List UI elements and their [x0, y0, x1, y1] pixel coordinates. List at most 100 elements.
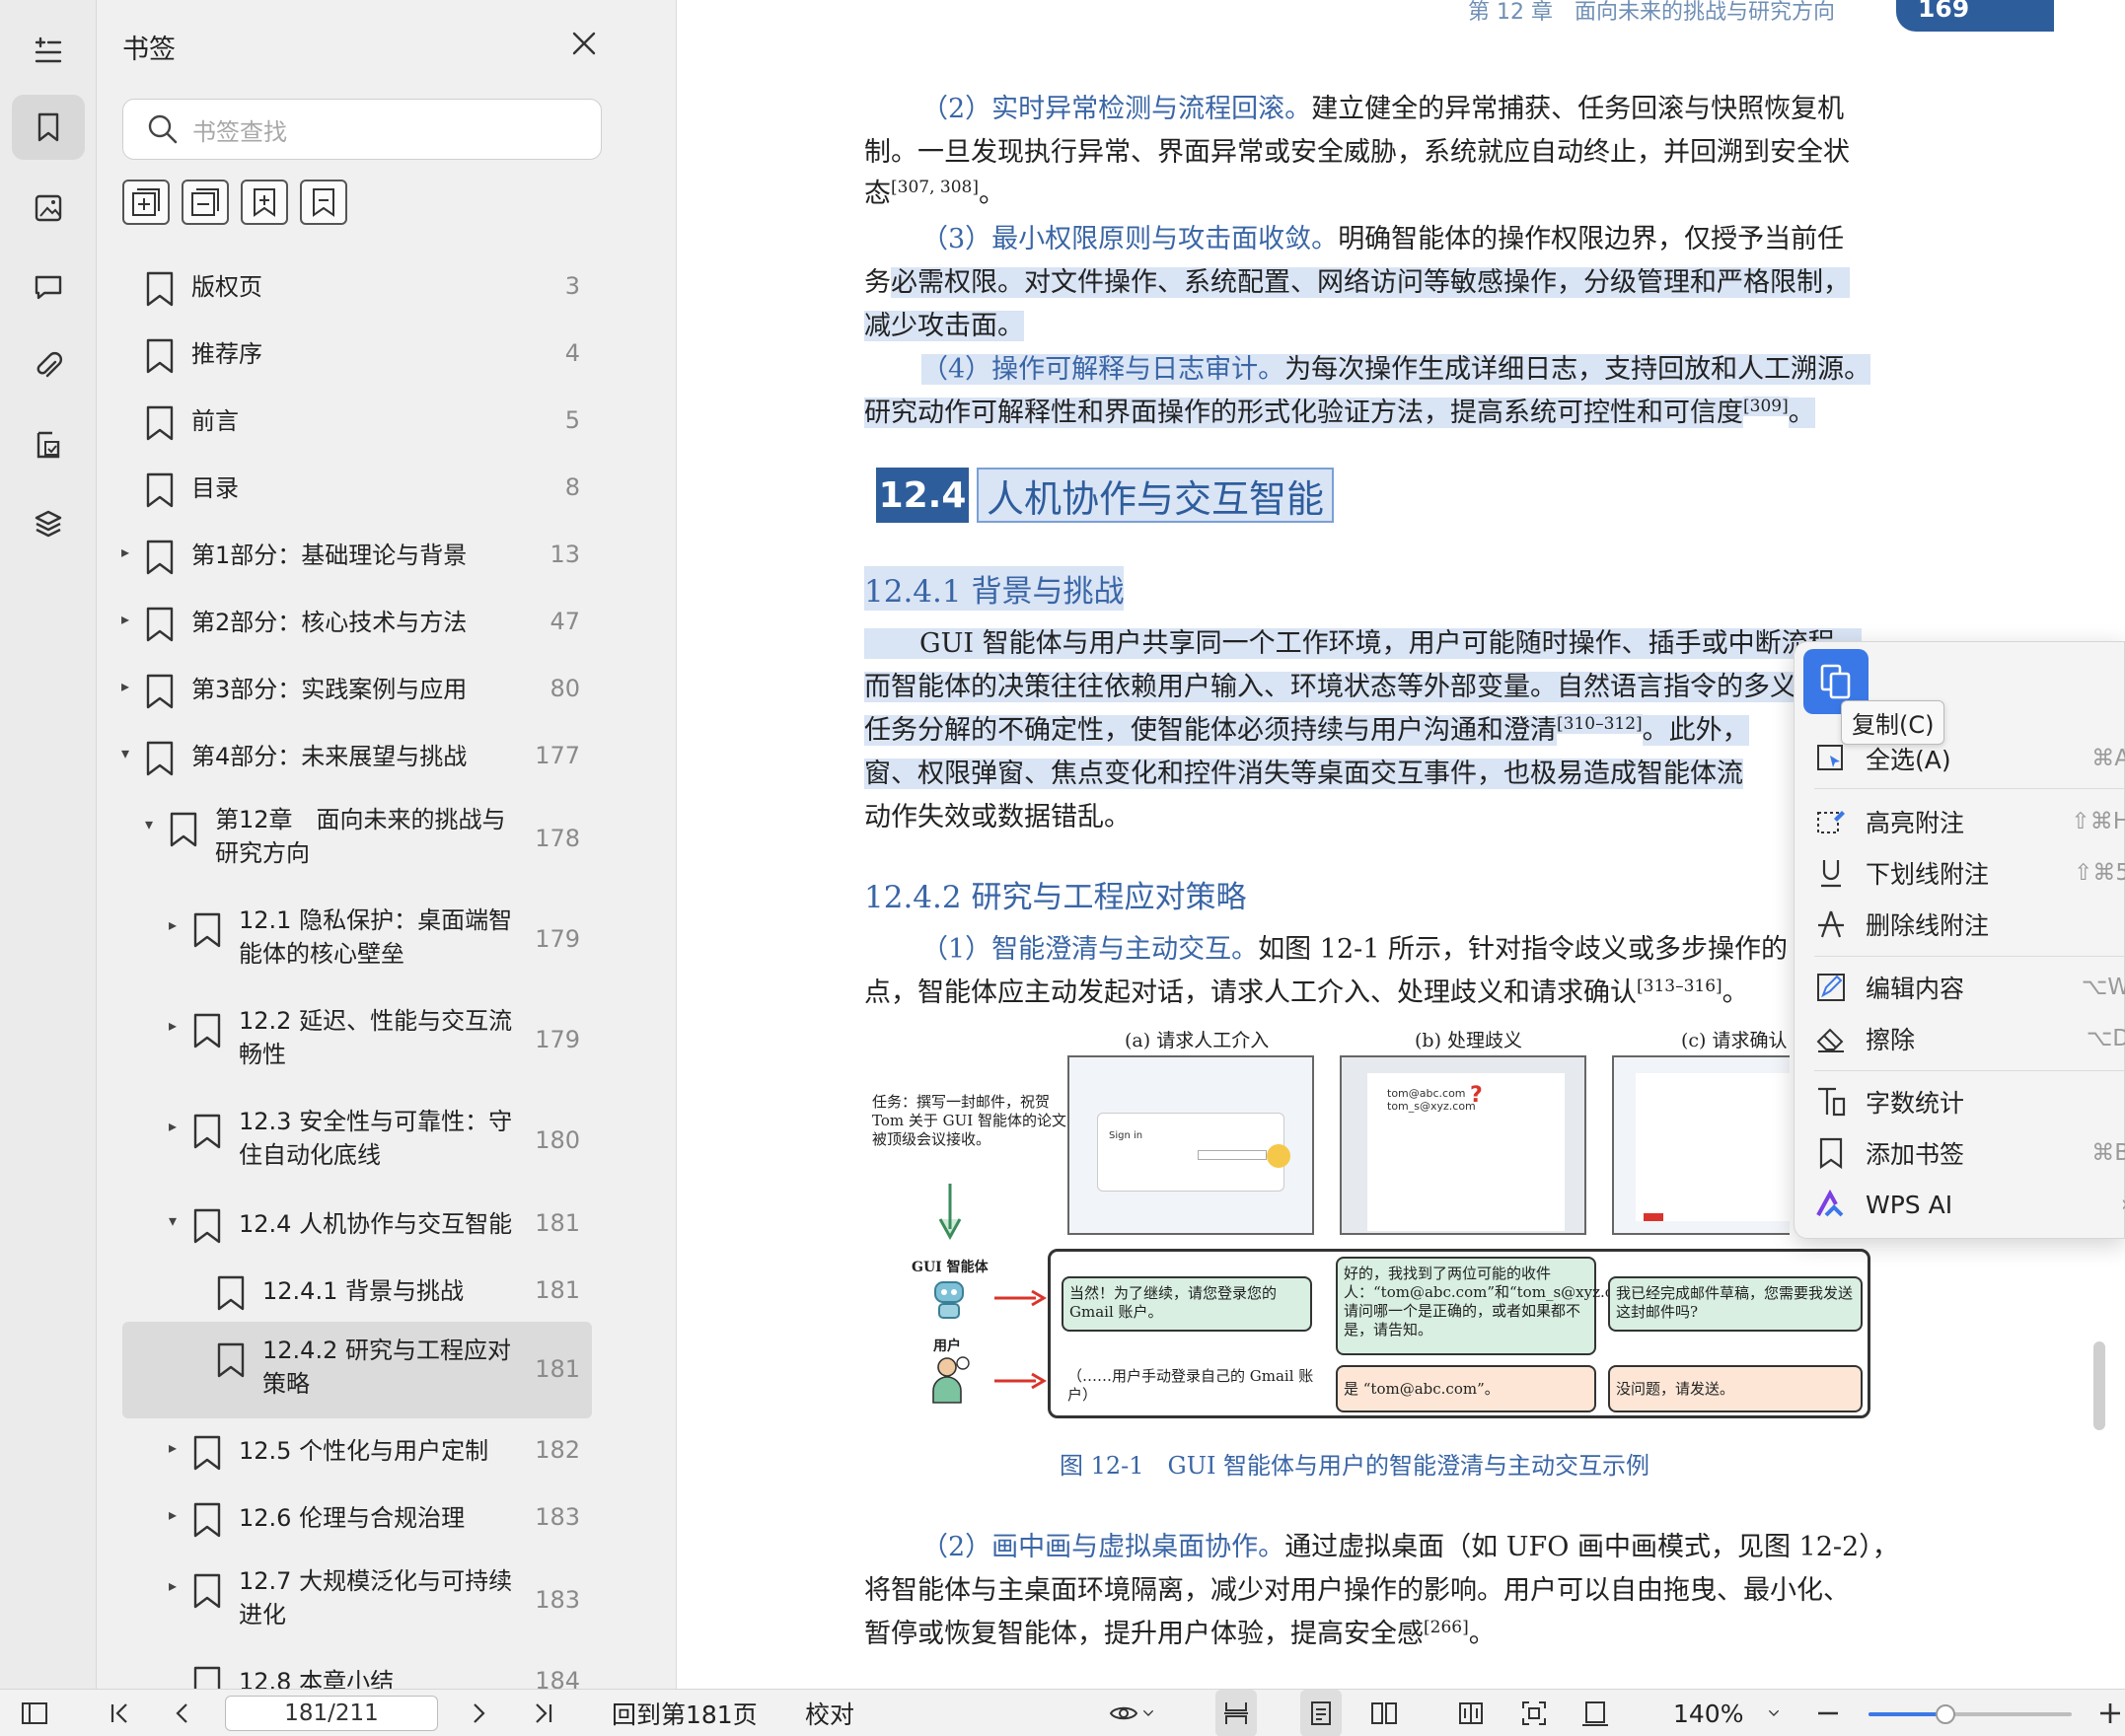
- selected-text[interactable]: 任务分解的不确定性，使智能体必须持续与用户沟通和澄清: [864, 715, 1557, 746]
- signature-icon[interactable]: [12, 412, 85, 477]
- bookmark-item[interactable]: ▸ 第2部分：核心技术与方法 47: [121, 594, 592, 651]
- menu-highlight[interactable]: 高亮附注 ⇧⌘H: [1814, 798, 2125, 845]
- paragraph-line: GUI 智能体与用户共享同一个工作环境，用户可能随时操作、插手或中断流程，: [864, 621, 1900, 660]
- select-all-icon: [1817, 745, 1843, 770]
- expand-toggle[interactable]: ▸: [164, 1505, 182, 1524]
- fit-page-button[interactable]: [1519, 1690, 1549, 1736]
- selected-text[interactable]: 为每次操作生成详细日志，支持回放和人工溯源。: [1284, 354, 1871, 385]
- bookmark-item[interactable]: ▸ 12.2 延迟、性能与交互流 畅性 179: [122, 996, 592, 1085]
- attachment-icon[interactable]: [12, 333, 85, 398]
- bookmark-page: 179: [535, 1026, 580, 1053]
- subsection-title[interactable]: 12.4.1 背景与挑战: [864, 566, 1125, 611]
- section-title[interactable]: 人机协作与交互智能: [977, 468, 1335, 523]
- page-input[interactable]: 181/211: [225, 1696, 438, 1731]
- continuous-scroll-button[interactable]: [1215, 1690, 1257, 1736]
- selected-text[interactable]: 必需权限。对文件操作、系统配置、网络访问等敏感操作，分级管理和严格限制，: [891, 267, 1850, 298]
- last-page-button[interactable]: [529, 1690, 558, 1736]
- bookmark-item[interactable]: ▾ 12.4 人机协作与交互智能 181: [122, 1195, 592, 1253]
- expand-toggle[interactable]: ▸: [164, 1117, 182, 1135]
- expand-toggle[interactable]: ▸: [116, 677, 134, 695]
- expand-toggle[interactable]: ▸: [164, 1016, 182, 1035]
- toggle-sidebar-button[interactable]: [20, 1690, 49, 1736]
- bookmark-item-selected[interactable]: 12.4.2 研究与工程应对 策略 181: [122, 1322, 592, 1418]
- selected-text[interactable]: GUI 智能体与用户共享同一个工作环境，用户可能随时操作、插手或中断流程，: [864, 628, 1862, 659]
- comment-icon[interactable]: [12, 254, 85, 320]
- close-icon[interactable]: [566, 26, 602, 61]
- selected-text[interactable]: 减少攻击面。: [864, 311, 1024, 341]
- paragraph-line: 动作失效或数据错乱。: [864, 802, 1131, 832]
- document-scrollbar[interactable]: [2093, 1341, 2105, 1430]
- menu-erase[interactable]: 擦除 ⌥D: [1814, 1015, 2125, 1062]
- first-page-button[interactable]: [105, 1690, 134, 1736]
- bookmark-item[interactable]: ▸ 12.1 隐私保护：桌面端智 能体的核心壁垒 179: [122, 896, 592, 984]
- zoom-in-button[interactable]: [2095, 1690, 2125, 1736]
- next-page-button[interactable]: [464, 1690, 493, 1736]
- add-bookmark-button[interactable]: [241, 180, 288, 225]
- bookmark-item[interactable]: ▸ 12.6 伦理与合规治理 183: [122, 1489, 592, 1547]
- expand-toggle[interactable]: ▾: [140, 815, 158, 833]
- zoom-dropdown[interactable]: [1764, 1690, 1784, 1736]
- bookmark-item[interactable]: 前言 5: [122, 393, 592, 450]
- menu-underline[interactable]: 下划线附注 ⇧⌘5: [1814, 849, 2125, 897]
- menu-wps-ai[interactable]: WPS AI ›: [1814, 1181, 2125, 1228]
- bookmark-item[interactable]: ▾ 第4部分：未来展望与挑战 177: [121, 728, 592, 785]
- bookmark-icon: [193, 1666, 221, 1689]
- expand-all-button[interactable]: [122, 180, 170, 225]
- bookmark-item[interactable]: ▸ 12.3 安全性与可靠性：守 住自动化底线 180: [122, 1097, 592, 1186]
- single-page-button[interactable]: [1300, 1690, 1342, 1736]
- figure-task-text: 任务：撰写一封邮件，祝贺 Tom 关于 GUI 智能体的论文被顶级会议接收。: [872, 1093, 1066, 1148]
- bookmark-item[interactable]: ▸ 第1部分：基础理论与背景 13: [121, 527, 592, 584]
- collapse-all-button[interactable]: [182, 180, 229, 225]
- menu-strikethrough[interactable]: 删除线附注: [1814, 901, 2125, 948]
- selected-text[interactable]: 研究动作可解释性和界面操作的形式化验证方法，提高系统可控性和可信度: [864, 398, 1743, 428]
- bookmark-item[interactable]: 目录 8: [122, 460, 592, 517]
- menu-add-bookmark[interactable]: 添加书签 ⌘B: [1814, 1129, 2125, 1177]
- bookmark-item[interactable]: ▸ 第3部分：实践案例与应用 80: [121, 661, 592, 718]
- menu-label: 字数统计: [1866, 1089, 1965, 1118]
- zoom-level[interactable]: 140%: [1673, 1690, 1743, 1736]
- bookmark-item[interactable]: 推荐序 4: [122, 326, 592, 383]
- bookmark-item[interactable]: ▸ 12.5 个性化与用户定制 182: [122, 1422, 592, 1480]
- bookmark-item[interactable]: ▸ 12.7 大规模泛化与可持续 进化 183: [122, 1556, 592, 1645]
- expand-toggle[interactable]: ▾: [116, 744, 134, 762]
- paragraph-line: 态[307, 308]。: [864, 172, 1005, 210]
- two-page-button[interactable]: [1369, 1690, 1399, 1736]
- book-mode-button[interactable]: [1456, 1690, 1486, 1736]
- bookmark-item[interactable]: 版权页 3: [122, 258, 592, 316]
- expand-toggle[interactable]: ▸: [164, 1438, 182, 1457]
- bookmark-search-input[interactable]: 书签查找: [122, 99, 602, 160]
- expand-toggle[interactable]: ▾: [164, 1211, 182, 1230]
- bookmark-icon[interactable]: [12, 95, 85, 160]
- outline-icon[interactable]: [12, 18, 85, 83]
- zoom-out-button[interactable]: [1813, 1690, 1843, 1736]
- menu-edit-content[interactable]: 编辑内容 ⌥W: [1814, 964, 2125, 1011]
- image-icon[interactable]: [12, 176, 85, 241]
- bookmark-item[interactable]: ▾ 第12章 面向未来的挑战与 研究方向 178: [122, 795, 592, 884]
- expand-toggle[interactable]: ▸: [116, 542, 134, 561]
- bookmark-page: 177: [535, 742, 580, 769]
- selected-text[interactable]: 。: [1788, 398, 1815, 428]
- layers-icon[interactable]: [12, 491, 85, 556]
- menu-word-count[interactable]: 字数统计: [1814, 1078, 2125, 1125]
- proofread-button[interactable]: 校对: [805, 1690, 854, 1736]
- goto-page-button[interactable]: 回到第181页: [612, 1690, 758, 1736]
- expand-toggle[interactable]: ▸: [116, 610, 134, 628]
- zoom-slider[interactable]: [1869, 1704, 2072, 1724]
- zoom-slider-handle[interactable]: [1936, 1704, 1956, 1724]
- fit-width-button[interactable]: [1580, 1690, 1610, 1736]
- prev-page-button[interactable]: [168, 1690, 197, 1736]
- paragraph-lead[interactable]: （4）操作可解释与日志审计。: [921, 354, 1285, 385]
- selected-text[interactable]: 。此外，: [1642, 715, 1749, 746]
- paragraph-line: 而智能体的决策往往依赖用户输入、环境状态等外部变量。自然语言指令的多义: [864, 665, 1801, 703]
- expand-toggle[interactable]: ▸: [164, 915, 182, 934]
- bookmark-item[interactable]: 12.4.1 背景与挑战 181: [122, 1263, 592, 1320]
- remove-bookmark-button[interactable]: [300, 180, 347, 225]
- view-mode-button[interactable]: [1109, 1690, 1158, 1736]
- paragraph-line: 暂停或恢复智能体，提升用户体验，提高安全感[266]。: [864, 1612, 1496, 1650]
- selected-text[interactable]: 而智能体的决策往往依赖用户输入、环境状态等外部变量。自然语言指令的多义: [864, 672, 1796, 702]
- bookmark-item[interactable]: 12.8 本章小结 184: [122, 1657, 592, 1689]
- expand-toggle[interactable]: ▸: [164, 1576, 182, 1595]
- screenshot-a: Sign in: [1067, 1055, 1314, 1235]
- selected-text[interactable]: 窗、权限弹窗、焦点变化和控件消失等桌面交互事件，也极易造成智能体流: [864, 759, 1743, 789]
- bookmark-page: 182: [535, 1436, 580, 1464]
